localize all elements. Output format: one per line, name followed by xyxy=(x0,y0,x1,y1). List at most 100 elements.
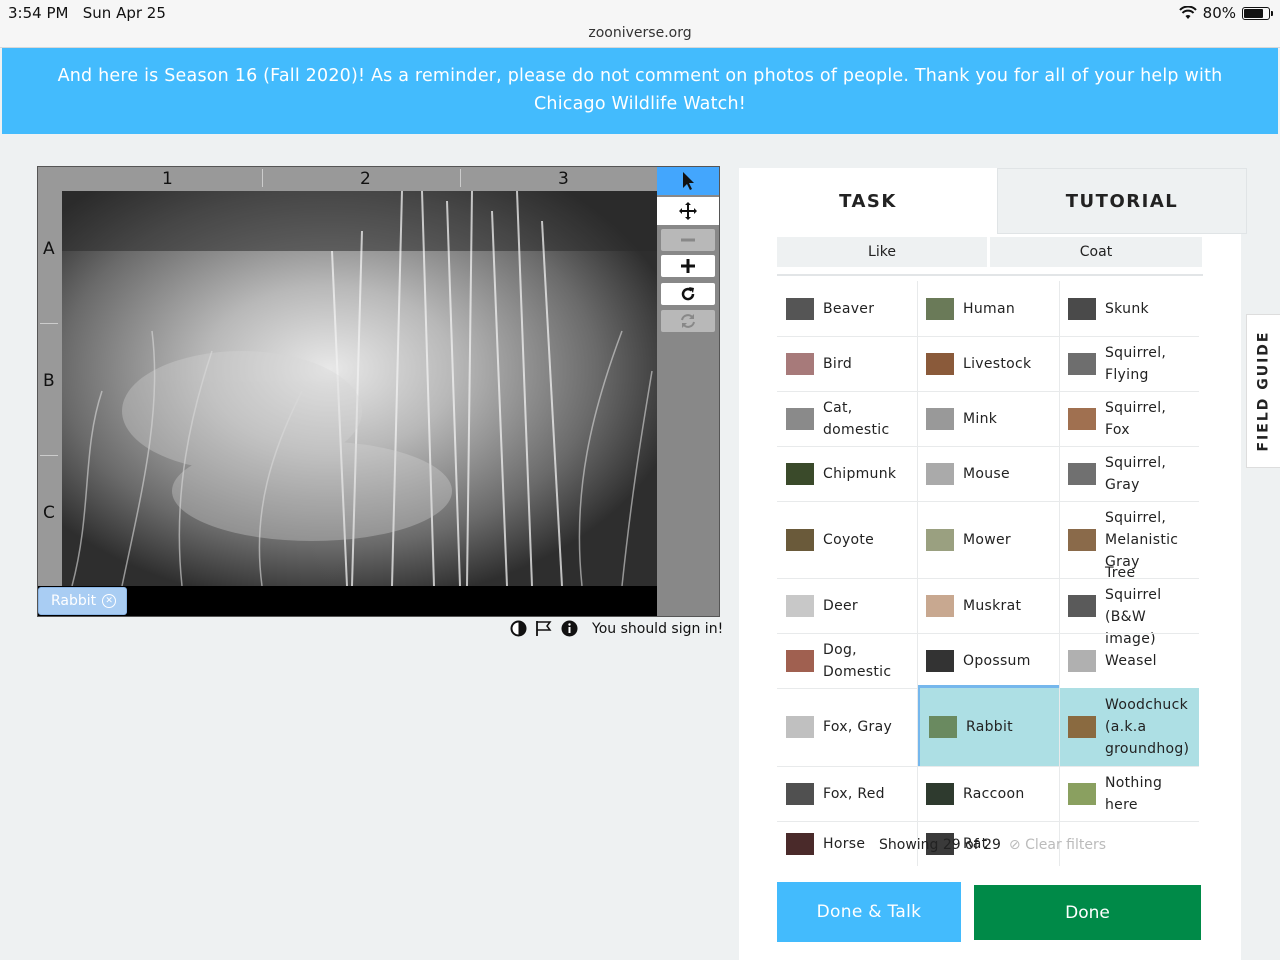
info-icon[interactable] xyxy=(561,620,578,637)
col-label-3: 3 xyxy=(558,169,569,189)
choice-label: Livestock xyxy=(963,355,1032,372)
choice-label: Nothing here xyxy=(1105,774,1163,813)
choice-thumbnail xyxy=(786,832,814,855)
announcement-banner: And here is Season 16 (Fall 2020)! As a … xyxy=(2,48,1278,134)
choice-label: Coyote xyxy=(823,531,875,548)
showing-count: Showing 29 of 29 xyxy=(879,837,1001,853)
done-and-talk-button[interactable]: Done & Talk xyxy=(777,882,961,942)
choice-mink[interactable]: Mink xyxy=(917,391,1059,446)
choice-thumbnail xyxy=(786,528,814,551)
choice-thumbnail xyxy=(1068,649,1096,672)
choice-label: Mouse xyxy=(963,465,1010,482)
done-label: Done xyxy=(1065,902,1110,923)
status-time: 3:54 PM xyxy=(8,4,69,22)
sign-in-prompt: You should sign in! xyxy=(592,620,724,637)
subject-tag-label: Rabbit xyxy=(51,593,97,609)
choice-thumbnail xyxy=(926,297,954,320)
url-bar[interactable]: zooniverse.org xyxy=(0,25,1280,41)
choice-thumbnail xyxy=(786,782,814,805)
invert-contrast-icon[interactable] xyxy=(510,620,527,637)
choice-thumbnail xyxy=(1068,528,1096,551)
field-guide-label: FIELD GUIDE xyxy=(1255,330,1272,452)
camera-trap-photo[interactable] xyxy=(62,191,657,586)
choice-squirrel-fox[interactable]: Squirrel, Fox xyxy=(1059,391,1199,446)
flag-icon[interactable] xyxy=(535,620,553,637)
filter-like-button[interactable]: Like xyxy=(777,237,987,267)
pointer-tool-button[interactable] xyxy=(657,167,719,195)
choice-deer[interactable]: Deer xyxy=(777,578,917,633)
showing-count-row: Showing 29 of 29 ⊘ Clear filters xyxy=(879,837,1106,853)
choice-thumbnail xyxy=(926,649,954,672)
choice-thumbnail xyxy=(786,716,814,738)
clear-filters-label: Clear filters xyxy=(1025,837,1107,853)
choice-thumbnail xyxy=(926,594,954,617)
choice-label: Bird xyxy=(823,355,853,372)
choice-squirrel-gray[interactable]: Squirrel, Gray xyxy=(1059,446,1199,501)
choice-label: Skunk xyxy=(1105,300,1149,317)
choice-thumbnail xyxy=(786,297,814,320)
filter-coat-button[interactable]: Coat xyxy=(990,237,1202,267)
done-button[interactable]: Done xyxy=(974,885,1201,940)
choice-thumbnail xyxy=(786,462,814,485)
choice-cat-domestic[interactable]: Cat, domestic xyxy=(777,391,917,446)
choice-label: Cat, domestic xyxy=(823,399,890,438)
choice-rabbit[interactable]: Rabbit xyxy=(917,685,1059,766)
choice-nothing-here[interactable]: Nothing here xyxy=(1059,766,1199,821)
choice-mower[interactable]: Mower xyxy=(917,501,1059,578)
choice-dog-domestic[interactable]: Dog, Domestic xyxy=(777,633,917,688)
choice-thumbnail xyxy=(929,716,957,738)
choice-label: Fox, Red xyxy=(823,785,885,802)
choice-thumbnail xyxy=(786,407,814,430)
choice-chipmunk[interactable]: Chipmunk xyxy=(777,446,917,501)
choice-weasel[interactable]: Weasel xyxy=(1059,633,1199,688)
field-guide-tab[interactable]: FIELD GUIDE xyxy=(1246,314,1280,468)
choice-fox-gray[interactable]: Fox, Gray xyxy=(777,688,917,766)
no-entry-icon: ⊘ xyxy=(1008,837,1021,853)
choice-label: Chipmunk xyxy=(823,465,897,482)
choice-mouse[interactable]: Mouse xyxy=(917,446,1059,501)
choice-label: Deer xyxy=(823,597,858,614)
choice-skunk[interactable]: Skunk xyxy=(1059,281,1199,336)
cursor-icon xyxy=(683,172,694,190)
choice-label: Opossum xyxy=(963,652,1031,669)
row-label-c: C xyxy=(43,503,55,523)
tab-tutorial[interactable]: TUTORIAL xyxy=(997,168,1247,234)
subject-meta-row: You should sign in! xyxy=(510,620,723,637)
subject-tag-rabbit[interactable]: Rabbit ✕ xyxy=(38,587,127,615)
choice-raccoon[interactable]: Raccoon xyxy=(917,766,1059,821)
pan-tool-button[interactable] xyxy=(657,197,719,225)
choice-label: Squirrel, Gray xyxy=(1105,454,1167,493)
choice-squirrel-flying[interactable]: Squirrel, Flying xyxy=(1059,336,1199,391)
choice-bird[interactable]: Bird xyxy=(777,336,917,391)
choice-thumbnail xyxy=(926,407,954,430)
clear-filters-link[interactable]: ⊘ Clear filters xyxy=(1009,837,1106,853)
choice-fox-red[interactable]: Fox, Red xyxy=(777,766,917,821)
zoom-in-button[interactable] xyxy=(661,255,715,277)
tab-tutorial-label: TUTORIAL xyxy=(1065,190,1179,212)
choice-coyote[interactable]: Coyote xyxy=(777,501,917,578)
choice-human[interactable]: Human xyxy=(917,281,1059,336)
filter-divider xyxy=(777,274,1203,276)
choice-thumbnail xyxy=(1068,594,1096,617)
choice-livestock[interactable]: Livestock xyxy=(917,336,1059,391)
choice-thumbnail xyxy=(926,528,954,551)
rotate-button[interactable] xyxy=(661,283,715,305)
col-label-1: 1 xyxy=(162,169,173,189)
choice-tree-squirrel-b-w-image[interactable]: Tree Squirrel (B&W image) xyxy=(1059,565,1199,647)
plus-icon xyxy=(681,259,695,273)
choice-beaver[interactable]: Beaver xyxy=(777,281,917,336)
tab-task[interactable]: TASK xyxy=(739,168,997,234)
reset-button[interactable] xyxy=(661,310,715,332)
choice-label: Woodchuck (a.k.a groundhog) xyxy=(1105,697,1190,757)
choice-muskrat[interactable]: Muskrat xyxy=(917,578,1059,633)
zoom-out-button[interactable] xyxy=(661,229,715,251)
close-icon[interactable]: ✕ xyxy=(102,594,117,608)
rotate-icon xyxy=(681,287,695,301)
status-time-date: 3:54 PM Sun Apr 25 xyxy=(8,4,166,22)
filter-like-label: Like xyxy=(868,244,896,260)
choice-label: Beaver xyxy=(823,300,875,317)
choice-woodchuck-a-k-a-groundhog[interactable]: Woodchuck (a.k.a groundhog) xyxy=(1059,688,1199,766)
choice-label: Mower xyxy=(963,531,1011,548)
grid-ruler-left: A B C xyxy=(38,191,62,586)
choice-opossum[interactable]: Opossum xyxy=(917,633,1059,688)
